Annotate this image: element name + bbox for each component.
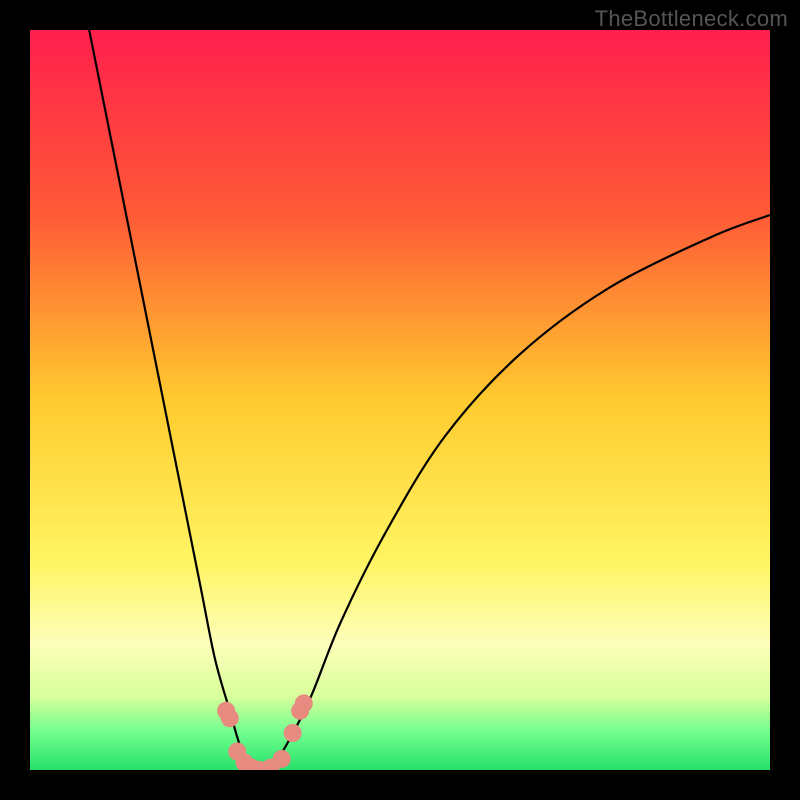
curve-left bbox=[89, 30, 259, 770]
data-marker bbox=[221, 709, 239, 727]
data-marker bbox=[284, 724, 302, 742]
chart-frame: TheBottleneck.com bbox=[0, 0, 800, 800]
data-marker bbox=[295, 694, 313, 712]
curve-right bbox=[259, 215, 770, 770]
plot-area bbox=[30, 30, 770, 770]
watermark-text: TheBottleneck.com bbox=[595, 6, 788, 32]
curve-overlay bbox=[30, 30, 770, 770]
data-marker bbox=[273, 750, 291, 768]
curve-markers bbox=[217, 694, 313, 770]
